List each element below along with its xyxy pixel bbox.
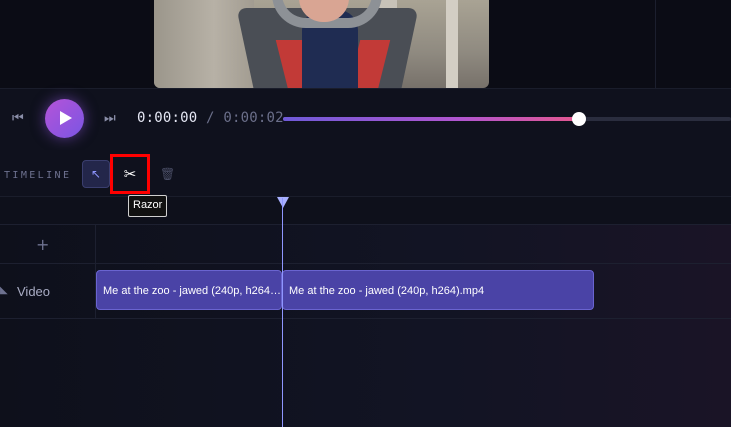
play-button[interactable] [45, 99, 84, 138]
video-clip[interactable]: Me at the zoo - jawed (240p, h264).mp4 [96, 270, 282, 310]
video-track: ◣ Video Me at the zoo - jawed (240p, h26… [0, 264, 731, 319]
select-tool-button[interactable]: ↖ [82, 160, 110, 188]
skip-back-icon[interactable]: ⏮ [12, 112, 24, 126]
playhead-handle[interactable] [277, 197, 289, 208]
cursor-icon: ↖ [90, 167, 102, 181]
skip-forward-icon[interactable]: ⏭ [104, 112, 116, 126]
timecode-separator: / [206, 110, 215, 126]
tracks-area: + ◣ Video Me at the zoo - jawed (240p, h… [0, 225, 731, 427]
video-preview-frame [154, 0, 489, 88]
timecode: 0:00:00 / 0:00:02 [137, 110, 284, 126]
current-time: 0:00:00 [137, 110, 198, 126]
video-clip[interactable]: Me at the zoo - jawed (240p, h264).mp4 [282, 270, 594, 310]
video-track-icon: ◣ [0, 285, 8, 296]
video-frame-pole-2 [446, 0, 458, 88]
transport-bar: ⏮ ⏭ 0:00:00 / 0:00:02 [0, 88, 731, 151]
scissors-icon: ✂ [123, 165, 137, 183]
playhead-line [282, 198, 283, 427]
total-time: 0:00:02 [223, 110, 284, 126]
video-track-label: Video [17, 284, 51, 299]
scrubber-progress [283, 117, 579, 121]
scrubber-thumb[interactable] [571, 112, 586, 126]
timeline-ruler[interactable] [0, 197, 731, 225]
razor-tool-button[interactable]: ✂ [110, 154, 150, 194]
scrubber-track[interactable] [283, 112, 731, 126]
timeline-label: TIMELINE [4, 170, 72, 181]
delete-icon[interactable]: 🗑 [160, 167, 175, 181]
preview-divider [655, 0, 656, 88]
add-track-row: + [0, 225, 731, 264]
preview-area [0, 0, 731, 88]
razor-tooltip: Razor [128, 195, 168, 217]
